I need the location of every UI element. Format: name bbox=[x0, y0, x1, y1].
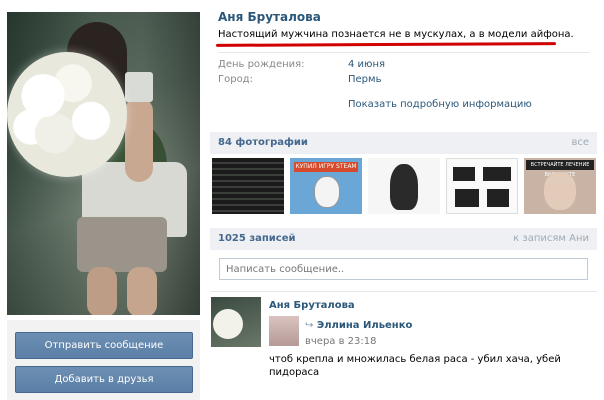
comic-panel bbox=[487, 189, 509, 207]
info-label-birthday: День рождения: bbox=[218, 59, 305, 70]
repost-author-avatar[interactable] bbox=[269, 316, 299, 346]
post-timestamp[interactable]: вчера в 23:18 bbox=[305, 336, 377, 347]
comic-panel bbox=[453, 167, 475, 181]
info-label-city: Город: bbox=[218, 74, 253, 85]
photo-thumb[interactable] bbox=[212, 158, 284, 214]
photo-shorts bbox=[77, 217, 167, 272]
profile-status[interactable]: Настоящий мужчина познается не в мускула… bbox=[218, 29, 574, 40]
profile-actions-panel: Отправить сообщение Добавить в друзья bbox=[7, 320, 200, 400]
status-highlight-underline bbox=[215, 42, 557, 47]
photos-strip: КУПИЛ ИГРУ STEAM ВСТРЕЧАЙТЕ ЛЕЧЕНИЕ ВКОН… bbox=[210, 154, 597, 218]
photos-count[interactable]: 84 фотографии bbox=[218, 137, 308, 148]
photo-thumb[interactable]: ВСТРЕЧАЙТЕ ЛЕЧЕНИЕ ВКОНТАКТЕ bbox=[524, 158, 596, 214]
wall-posts-count[interactable]: 1025 записей bbox=[218, 233, 296, 244]
photo-thumb[interactable]: КУПИЛ ИГРУ STEAM bbox=[290, 158, 362, 214]
photos-all-link[interactable]: все bbox=[571, 137, 589, 148]
repost-author-name[interactable]: Эллина Ильенко bbox=[317, 320, 413, 331]
post-author-name[interactable]: Аня Бруталова bbox=[269, 300, 355, 311]
repost-author[interactable]: ↪ Эллина Ильенко bbox=[305, 320, 412, 331]
meme-face-icon bbox=[314, 176, 340, 208]
profile-name: Аня Бруталова bbox=[218, 10, 321, 24]
info-value-city[interactable]: Пермь bbox=[348, 74, 381, 85]
avatar-bouquet bbox=[213, 309, 243, 339]
profile-avatar-photo[interactable] bbox=[7, 12, 200, 315]
photo-bouquet bbox=[7, 52, 127, 177]
send-message-button[interactable]: Отправить сообщение bbox=[15, 332, 193, 359]
photos-section-header[interactable]: 84 фотографии все bbox=[210, 132, 597, 154]
comic-panel bbox=[455, 189, 479, 207]
post-author-avatar[interactable] bbox=[211, 297, 261, 347]
repost-arrow-icon: ↪ bbox=[305, 320, 314, 331]
to-posts-link[interactable]: к записям Ани bbox=[513, 233, 589, 244]
photo-thumb-caption: ВСТРЕЧАЙТЕ ЛЕЧЕНИЕ ВКОНТАКТЕ bbox=[526, 160, 594, 178]
divider bbox=[210, 291, 597, 292]
portrait-face bbox=[544, 172, 576, 210]
anime-figure-icon bbox=[390, 164, 418, 210]
photo-phone bbox=[125, 72, 153, 102]
photo-leg bbox=[87, 267, 117, 315]
photo-thumb[interactable] bbox=[368, 158, 440, 214]
add-friend-button[interactable]: Добавить в друзья bbox=[15, 366, 193, 393]
photo-thumb[interactable] bbox=[446, 158, 518, 214]
divider bbox=[218, 52, 590, 53]
show-more-info-link[interactable]: Показать подробную информацию bbox=[348, 99, 532, 110]
post-text: чтоб крепла и множилась белая раса - уби… bbox=[269, 354, 561, 378]
photo-arm bbox=[125, 97, 153, 182]
wall-section-header[interactable]: 1025 записей к записям Ани bbox=[210, 228, 597, 250]
comic-panel bbox=[483, 167, 511, 181]
photo-leg bbox=[127, 267, 157, 315]
wall-message-input[interactable] bbox=[219, 258, 588, 280]
info-value-birthday[interactable]: 4 июня bbox=[348, 59, 385, 70]
photo-thumb-caption: КУПИЛ ИГРУ STEAM bbox=[294, 162, 358, 172]
